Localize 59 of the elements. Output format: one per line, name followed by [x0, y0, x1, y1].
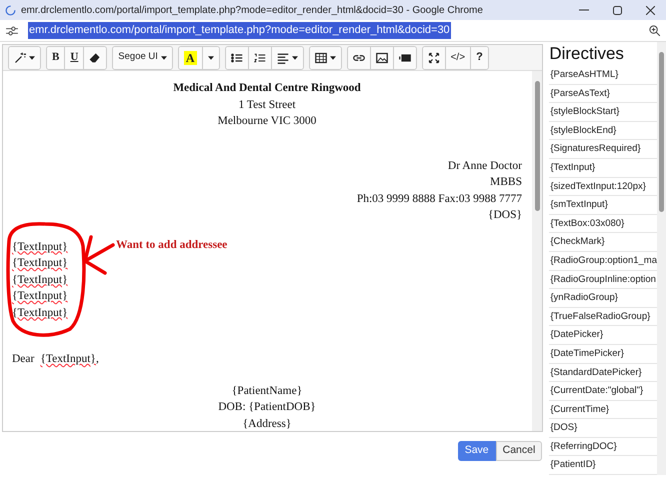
directives-title: Directives: [549, 43, 625, 65]
letter-header-line: Medical And Dental Centre Ringwood: [173, 81, 361, 96]
placeholder-text: {TextInput}: [12, 306, 68, 320]
annotation-text: Want to add addressee: [116, 238, 228, 253]
patient-detail-line: {PatientName}: [232, 384, 302, 398]
site-settings-icon[interactable]: [6, 26, 18, 36]
video-icon: [398, 52, 411, 64]
placeholder-text: {TextInput}: [12, 240, 68, 254]
bullet-list-button[interactable]: [226, 46, 249, 68]
bullet-list-icon: [230, 52, 243, 64]
numbered-list-button[interactable]: [248, 46, 272, 68]
help-button[interactable]: ?: [471, 46, 488, 68]
underline-button[interactable]: U: [65, 46, 84, 68]
magic-wand-icon: [14, 52, 26, 64]
table-icon: [314, 52, 327, 64]
font-dropdown[interactable]: Segoe UI: [113, 46, 172, 68]
bold-button[interactable]: B: [47, 46, 66, 68]
dropdown-button[interactable]: [202, 46, 219, 68]
caret-icon: [160, 56, 167, 60]
doctor-detail-line: Dr Anne Doctor: [448, 158, 522, 174]
letter-header-line: Melbourne VIC 3000: [218, 114, 316, 129]
patient-detail-line: DOB: {PatientDOB}: [218, 400, 316, 415]
fullscreen-button[interactable]: [422, 46, 446, 68]
letter-header-line: 1 Test Street: [238, 98, 296, 112]
image-button[interactable]: [370, 46, 394, 68]
link-button[interactable]: [348, 46, 371, 68]
maximize-icon[interactable]: [613, 6, 622, 14]
eraser-button[interactable]: [84, 46, 106, 68]
align-button[interactable]: [272, 46, 303, 68]
cancel-button[interactable]: Cancel: [496, 441, 542, 461]
placeholder-text: {TextInput}: [12, 272, 68, 288]
salutation-text: Dear: [12, 352, 34, 367]
loading-icon: [5, 4, 16, 16]
numbered-list-icon: [254, 52, 266, 64]
url-field[interactable]: emr.drclementlo.com/portal/import_template.php?mode=editor_render_html&docid=30: [28, 22, 451, 39]
doctor-detail-line: Ph:03 9999 8888 Fax:03 9988 7777: [356, 192, 522, 206]
window-title: emr.drclementlo.com/portal/import_template.php?mode=editor_render_html&docid=30 - Google Chrome: [21, 4, 483, 18]
minimize-icon[interactable]: [579, 9, 589, 11]
doctor-detail-line: {DOS}: [488, 208, 522, 223]
close-icon[interactable]: [646, 6, 655, 14]
placeholder-text: {TextInput}: [12, 256, 68, 271]
placeholder-text: {TextInput}: [40, 352, 96, 367]
zoom-icon[interactable]: [649, 25, 660, 36]
code-view-button[interactable]: </>: [446, 46, 472, 68]
fullscreen-icon: [428, 52, 440, 64]
eraser-icon: [89, 52, 102, 64]
comma-text: ,: [96, 352, 99, 367]
caret-icon: [29, 56, 35, 60]
image-icon: [376, 52, 388, 64]
placeholder-text: {TextInput}: [12, 289, 68, 304]
align-icon: [276, 52, 289, 64]
video-button[interactable]: [394, 46, 416, 68]
save-button[interactable]: Save: [458, 441, 496, 461]
caret-icon: [208, 56, 214, 60]
caret-icon: [292, 56, 298, 60]
patient-detail-line: {Address}: [242, 416, 292, 431]
highlight-button[interactable]: A: [178, 46, 203, 68]
caret-icon: [330, 56, 336, 60]
doctor-detail-line: MBBS: [490, 175, 522, 190]
